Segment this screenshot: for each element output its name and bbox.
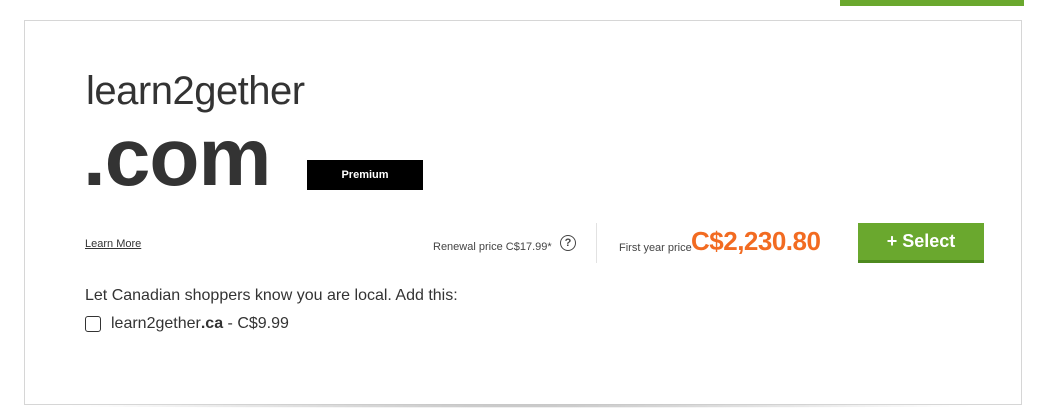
price-divider — [596, 223, 597, 263]
renewal-price-value: C$17.99* — [505, 241, 552, 253]
addon-option[interactable]: learn2gether.ca - C$9.99 — [85, 315, 289, 333]
renewal-price-label: Renewal price — [433, 241, 503, 253]
learn-more-link[interactable]: Learn More — [85, 238, 141, 250]
card-shadow — [60, 404, 980, 408]
addon-checkbox[interactable] — [85, 316, 101, 332]
first-year-price-value: C$2,230.80 — [691, 226, 821, 256]
addon-domain-name: learn2gether — [111, 315, 201, 332]
local-addon-message: Let Canadian shoppers know you are local… — [85, 287, 458, 304]
renewal-price: Renewal price C$17.99* — [433, 241, 552, 253]
domain-tld: .com — [83, 112, 271, 203]
domain-name: learn2gether — [86, 69, 305, 113]
top-green-bar — [840, 0, 1024, 6]
premium-badge: Premium — [307, 160, 423, 190]
select-button[interactable]: + Select — [858, 223, 984, 263]
help-question-icon[interactable]: ? — [560, 235, 576, 251]
addon-label: learn2gether.ca - C$9.99 — [111, 315, 289, 333]
first-year-price-label: First year price — [619, 242, 692, 254]
addon-price: - C$9.99 — [223, 315, 289, 332]
addon-domain-tld: .ca — [200, 315, 224, 332]
domain-result-card: learn2gether .com Premium Learn More Ren… — [24, 20, 1022, 405]
